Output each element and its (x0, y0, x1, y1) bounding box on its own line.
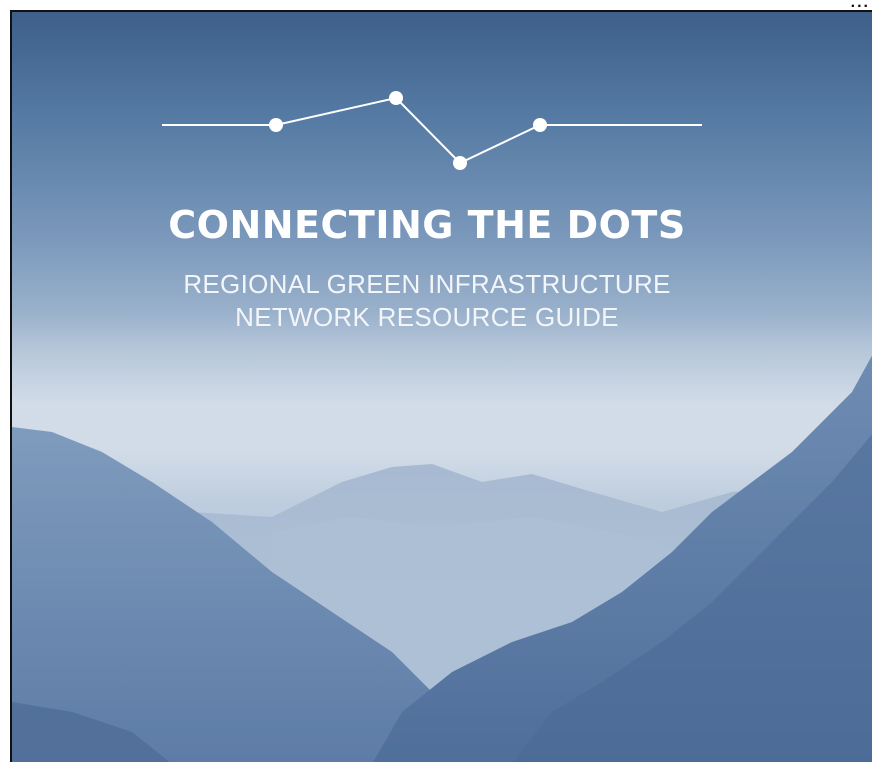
cover-subtitle-line-1: REGIONAL GREEN INFRASTRUCTURE (183, 269, 671, 299)
cover-subtitle: REGIONAL GREEN INFRASTRUCTURE NETWORK RE… (12, 268, 858, 334)
report-cover: CONNECTING THE DOTS REGIONAL GREEN INFRA… (10, 10, 872, 762)
corner-text-fragment: ... (850, 0, 870, 10)
page: ... CONNECTING THE DOTS REGIONAL GREEN I… (0, 0, 872, 762)
cover-subtitle-line-2: NETWORK RESOURCE GUIDE (235, 302, 619, 332)
connected-dots-line-icon (162, 91, 702, 170)
cover-title: CONNECTING THE DOTS (168, 203, 686, 247)
